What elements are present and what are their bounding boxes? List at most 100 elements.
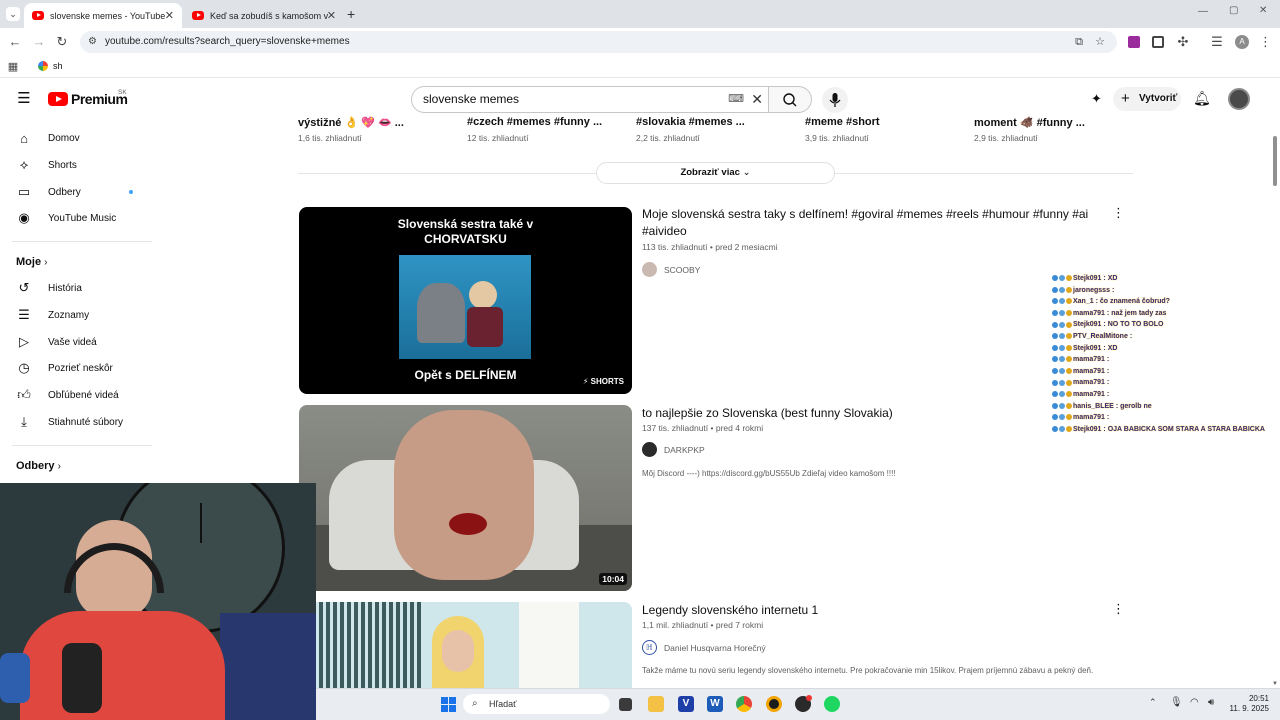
page-scrollbar[interactable]: [1270, 119, 1280, 688]
tab-second-video[interactable]: Keď sa zobudíš s kamošom v p ✕: [184, 3, 344, 28]
close-window-icon[interactable]: ✕: [1259, 5, 1267, 16]
browser-menu-icon[interactable]: ⋮: [1259, 35, 1272, 49]
vpn-app-icon[interactable]: V: [678, 696, 694, 712]
hamburger-menu-icon[interactable]: ☰: [16, 91, 32, 106]
headset-app-icon[interactable]: [766, 696, 782, 712]
sidebar-item-watch-later[interactable]: ◷ Pozrieť neskôr: [16, 355, 156, 381]
short-title[interactable]: moment 🐗 #funny ...: [974, 116, 1124, 129]
chat-badge-icon: [1059, 414, 1065, 421]
account-avatar[interactable]: [1228, 88, 1250, 110]
sidebar-section-subscriptions[interactable]: Odbery ›: [16, 460, 61, 472]
scrollbar-thumb[interactable]: [1273, 136, 1277, 186]
chat-badge-icon: [1066, 333, 1072, 340]
sidebar-item-youtube-music[interactable]: ◉ YouTube Music: [16, 205, 156, 231]
minimize-window-icon[interactable]: —: [1198, 6, 1208, 17]
site-info-icon[interactable]: ⚙: [88, 31, 97, 53]
sidebar-section-you[interactable]: Moje ›: [16, 256, 47, 268]
show-more-button[interactable]: Zobraziť viac ⌄: [596, 162, 835, 184]
bookmark-star-icon[interactable]: ☆: [1095, 31, 1105, 53]
maximize-window-icon[interactable]: ▢: [1229, 5, 1238, 16]
keyboard-icon[interactable]: ⌨: [728, 87, 744, 112]
install-app-icon[interactable]: ⧉: [1075, 31, 1083, 53]
taskbar-search-box[interactable]: ⌕ Hľadať: [463, 694, 610, 714]
chat-badge-icon: [1059, 298, 1065, 305]
volume-icon[interactable]: 🔊︎: [1208, 697, 1214, 708]
media-controls-icon[interactable]: ☰: [1210, 35, 1224, 49]
chat-username: hanis_BLEE: [1073, 402, 1114, 410]
extensions-puzzle-icon[interactable]: ✣: [1176, 35, 1190, 49]
subscriptions-icon: ▭: [17, 184, 31, 199]
video-thumbnail[interactable]: [299, 602, 632, 688]
sidebar-item-playlists[interactable]: ☰ Zoznamy: [16, 302, 156, 328]
sidebar-item-subscriptions[interactable]: ▭ Odbery: [16, 179, 156, 205]
spotify-icon[interactable]: [824, 696, 840, 712]
extension-icon[interactable]: [1128, 36, 1140, 48]
close-tab-icon[interactable]: ✕: [327, 9, 336, 22]
video-duration: 10:04: [599, 573, 627, 585]
chat-message: Stejk091: NO TO TO BOLO: [1052, 321, 1163, 328]
extension-icon[interactable]: [1152, 36, 1164, 48]
back-arrow-icon[interactable]: ←: [8, 35, 22, 49]
sidebar-item-home[interactable]: ⌂ Domov: [16, 125, 156, 151]
bookmark-item[interactable]: sh: [38, 61, 63, 71]
apps-grid-icon[interactable]: ▦: [7, 60, 19, 74]
wifi-icon[interactable]: ◠: [1190, 697, 1199, 708]
short-title[interactable]: #slovakia #memes ...: [636, 116, 786, 128]
word-icon[interactable]: W: [707, 696, 723, 712]
search-input[interactable]: slovenske memes ⌨ ✕: [411, 86, 769, 113]
channel-link[interactable]: DARKPKP: [642, 442, 705, 457]
scroll-down-arrow-icon[interactable]: ▼: [1272, 681, 1278, 687]
streamer-webcam: [0, 483, 316, 720]
create-button[interactable]: + Vytvoriť: [1113, 87, 1181, 111]
profile-avatar-icon[interactable]: A: [1235, 35, 1249, 49]
video-title[interactable]: to najlepšie zo Slovenska (best funny Sl…: [642, 405, 1102, 422]
chat-text: : NO TO TO BOLO: [1103, 321, 1164, 329]
address-bar[interactable]: ⚙ youtube.com/results?search_query=slove…: [80, 31, 1117, 53]
sidebar-item-your-videos[interactable]: ▷ Vaše videá: [16, 329, 156, 355]
chat-text: :: [1106, 356, 1110, 364]
chat-message: mama791:: [1052, 356, 1109, 363]
channel-link[interactable]: ℍ Daniel Husqvarna Horečný: [642, 640, 766, 655]
more-actions-icon[interactable]: ⋮: [1112, 602, 1125, 616]
tab-youtube-results[interactable]: slovenske memes - YouTube ✕: [24, 3, 182, 28]
file-explorer-icon[interactable]: [648, 696, 664, 712]
close-tab-icon[interactable]: ✕: [165, 9, 174, 22]
video-description: Takže máme tu novú seriu legendy slovens…: [642, 666, 1094, 675]
voice-search-button[interactable]: [822, 87, 848, 113]
video-thumbnail[interactable]: 10:04: [299, 405, 632, 591]
chevron-up-icon[interactable]: ⌃: [1149, 697, 1157, 708]
tab-search-button[interactable]: ⌄: [6, 7, 20, 21]
sidebar-item-label: História: [48, 282, 82, 294]
sidebar-item-downloads[interactable]: ⤓ Stiahnuté súbory: [16, 409, 156, 435]
short-title[interactable]: výstižné 👌 💖 👄 ...: [298, 116, 448, 129]
chrome-icon[interactable]: [736, 696, 752, 712]
sidebar-divider: [12, 445, 152, 446]
taskbar-clock[interactable]: 20:51 11. 9. 2025: [1229, 694, 1269, 714]
windows-start-icon[interactable]: [441, 697, 456, 712]
new-tab-button[interactable]: +: [347, 6, 355, 22]
sidebar-item-shorts[interactable]: ⟡ Shorts: [16, 152, 156, 178]
chat-badge-icon: [1052, 367, 1058, 374]
chat-text: : čo znamená čobrud?: [1095, 298, 1170, 306]
sidebar-item-liked-videos[interactable]: 👍︎ Obľúbené videá: [16, 382, 156, 408]
youtube-logo[interactable]: Premium: [48, 91, 128, 107]
video-title[interactable]: Legendy slovenského internetu 1: [642, 602, 1102, 619]
task-view-icon[interactable]: [619, 698, 632, 711]
forward-arrow-icon[interactable]: →: [32, 35, 46, 49]
video-title[interactable]: Moje slovenská sestra taky s delfínem! #…: [642, 206, 1102, 240]
search-button[interactable]: [769, 86, 812, 113]
more-actions-icon[interactable]: ⋮: [1112, 206, 1125, 220]
short-title[interactable]: #czech #memes #funny ...: [467, 116, 617, 128]
chat-text: : XD: [1103, 275, 1118, 282]
short-title[interactable]: #meme #short: [805, 116, 955, 128]
microphone-tray-icon[interactable]: 🎙︎: [1170, 697, 1183, 708]
reload-icon[interactable]: ↻: [55, 35, 69, 49]
channel-link[interactable]: SCOOBY: [642, 262, 700, 277]
sidebar-item-history[interactable]: ↺ História: [16, 275, 156, 301]
ask-ai-icon[interactable]: ✦: [1091, 91, 1106, 106]
clear-search-icon[interactable]: ✕: [751, 87, 763, 112]
sidebar-item-label: Odbery: [48, 186, 81, 198]
chat-badge-icon: [1059, 367, 1065, 374]
notifications-bell-icon[interactable]: 🔔︎: [1193, 91, 1211, 105]
video-thumbnail[interactable]: Slovenská sestra také v CHORVATSKU Opět …: [299, 207, 632, 394]
